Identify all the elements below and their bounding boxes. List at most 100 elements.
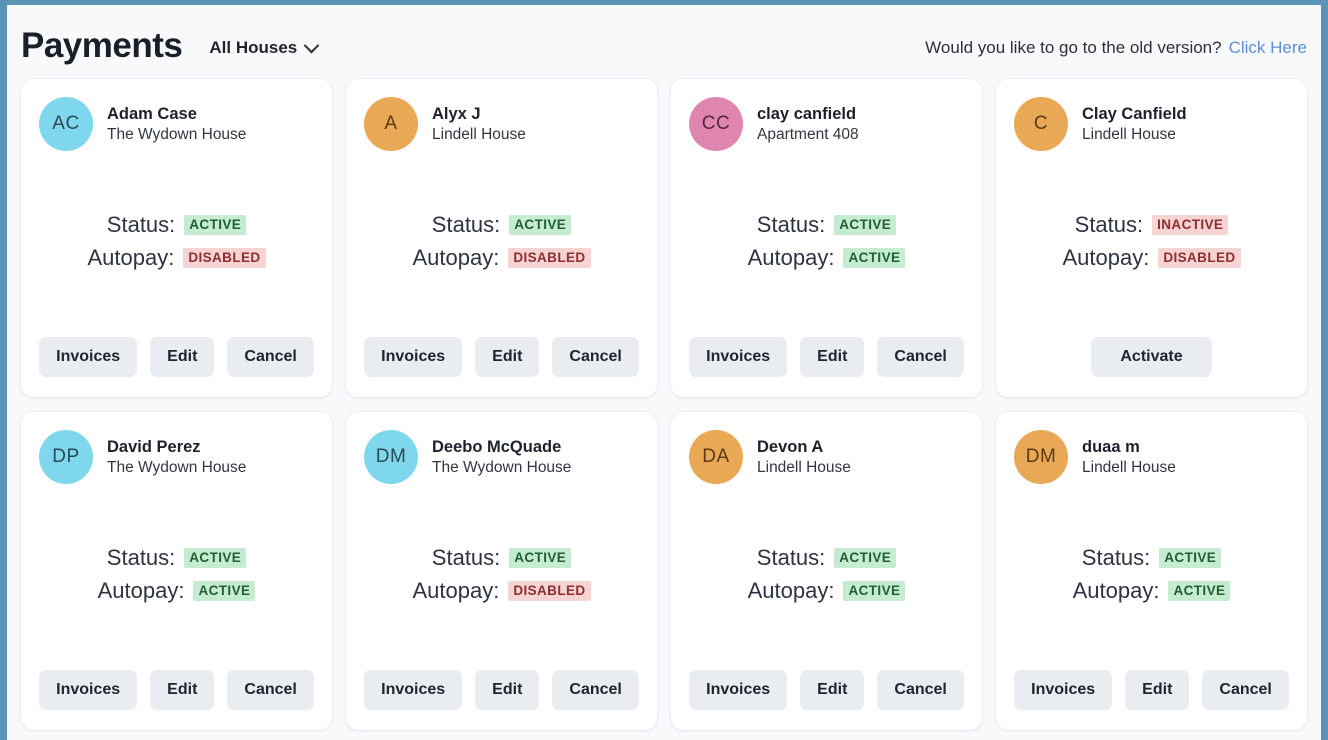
tenant-house: The Wydown House (432, 458, 572, 476)
status-label: Status: (1081, 544, 1151, 570)
status-row: Status: ACTIVE (106, 211, 247, 238)
tenant-identity: duaa m Lindell House (1082, 438, 1176, 477)
status-label: Status: (1074, 211, 1144, 237)
status-badge: ACTIVE (184, 214, 247, 235)
edit-button[interactable]: Edit (150, 670, 215, 710)
edit-button[interactable]: Edit (475, 337, 540, 377)
autopay-label: Autopay: (1072, 577, 1160, 603)
tenant-card-actions: Invoices Edit Cancel (364, 670, 639, 710)
click-here-link[interactable]: Click Here (1229, 38, 1307, 58)
status-row: Status: ACTIVE (431, 544, 572, 571)
autopay-label: Autopay: (747, 577, 835, 603)
autopay-row: Autopay: DISABLED (412, 578, 591, 604)
tenant-card-actions: Invoices Edit Cancel (1014, 670, 1289, 710)
tenant-card: DA Devon A Lindell House Status: ACTIVE Autop… (671, 412, 982, 730)
autopay-label: Autopay: (1062, 244, 1150, 270)
tenant-card-status-block: Status: ACTIVE Autopay: ACTIVE (39, 545, 314, 610)
invoices-button[interactable]: Invoices (1014, 670, 1113, 710)
old-version-prompt: Would you like to go to the old version? (925, 38, 1222, 57)
cancel-button[interactable]: Cancel (552, 337, 639, 377)
cancel-button[interactable]: Cancel (877, 337, 964, 377)
tenant-house: Lindell House (757, 458, 851, 476)
autopay-badge: ACTIVE (1168, 580, 1231, 601)
tenant-name: duaa m (1082, 437, 1140, 456)
autopay-label: Autopay: (87, 244, 175, 270)
tenant-identity: Clay Canfield Lindell House (1082, 105, 1187, 144)
cancel-button[interactable]: Cancel (1202, 670, 1289, 710)
status-label: Status: (431, 544, 501, 570)
tenant-identity: Adam Case The Wydown House (107, 105, 246, 144)
cancel-button[interactable]: Cancel (227, 670, 314, 710)
status-label: Status: (106, 211, 176, 237)
tenant-card-actions: Invoices Edit Cancel (364, 337, 639, 377)
status-badge: INACTIVE (1152, 214, 1229, 235)
tenant-card-header: CC clay canfield Apartment 408 (689, 97, 964, 151)
tenant-card-actions: Invoices Edit Cancel (689, 670, 964, 710)
tenant-identity: clay canfield Apartment 408 (757, 105, 859, 144)
tenant-name: Alyx J (432, 104, 481, 123)
cancel-button[interactable]: Cancel (552, 670, 639, 710)
tenant-card-status-block: Status: ACTIVE Autopay: DISABLED (364, 212, 639, 277)
tenant-name: Devon A (757, 437, 824, 456)
edit-button[interactable]: Edit (1125, 670, 1190, 710)
status-badge: ACTIVE (834, 547, 897, 568)
status-badge: ACTIVE (509, 214, 572, 235)
status-label: Status: (431, 211, 501, 237)
avatar: DP (39, 430, 93, 484)
tenant-card-actions: Invoices Edit Cancel (39, 670, 314, 710)
edit-button[interactable]: Edit (800, 670, 865, 710)
autopay-badge: DISABLED (1158, 247, 1241, 268)
autopay-badge: ACTIVE (843, 247, 906, 268)
tenant-house: The Wydown House (107, 125, 247, 143)
tenant-card: C Clay Canfield Lindell House Status: INACTI… (996, 79, 1307, 397)
invoices-button[interactable]: Invoices (39, 337, 138, 377)
tenant-card-status-block: Status: ACTIVE Autopay: ACTIVE (689, 212, 964, 277)
autopay-row: Autopay: ACTIVE (98, 578, 256, 604)
chevron-down-icon (303, 37, 320, 53)
status-row: Status: ACTIVE (1081, 544, 1222, 571)
edit-button[interactable]: Edit (800, 337, 865, 377)
tenant-card: DM Deebo McQuade The Wydown House Status: AC… (346, 412, 657, 730)
tenant-card-actions: Activate (1014, 337, 1289, 377)
edit-button[interactable]: Edit (150, 337, 215, 377)
tenant-card: DP David Perez The Wydown House Status: ACTI… (21, 412, 332, 730)
invoices-button[interactable]: Invoices (364, 337, 463, 377)
status-row: Status: ACTIVE (756, 211, 897, 238)
status-badge: ACTIVE (509, 547, 572, 568)
cancel-button[interactable]: Cancel (877, 670, 964, 710)
invoices-button[interactable]: Invoices (39, 670, 138, 710)
tenant-name: clay canfield (757, 104, 857, 123)
tenant-name: David Perez (107, 437, 201, 456)
tenant-card: AC Adam Case The Wydown House Status: ACTIVE… (21, 79, 332, 397)
tenant-card: CC clay canfield Apartment 408 Status: ACTIV… (671, 79, 982, 397)
cancel-button[interactable]: Cancel (227, 337, 314, 377)
edit-button[interactable]: Edit (475, 670, 540, 710)
invoices-button[interactable]: Invoices (689, 337, 788, 377)
autopay-badge: DISABLED (508, 247, 591, 268)
avatar: CC (689, 97, 743, 151)
autopay-label: Autopay: (97, 577, 185, 603)
tenant-card-header: DP David Perez The Wydown House (39, 430, 314, 484)
house-filter-dropdown[interactable]: All Houses (209, 37, 320, 58)
tenant-card: A Alyx J Lindell House Status: ACTIVE Autopay… (346, 79, 657, 397)
status-row: Status: ACTIVE (431, 211, 572, 238)
status-row: Status: ACTIVE (757, 545, 897, 571)
tenant-card-status-block: Status: ACTIVE Autopay: DISABLED (39, 212, 314, 277)
invoices-button[interactable]: Invoices (364, 670, 463, 710)
activate-button[interactable]: Activate (1091, 337, 1212, 377)
status-badge: ACTIVE (1159, 547, 1222, 568)
status-label: Status: (106, 544, 176, 570)
tenant-identity: Devon A Lindell House (757, 438, 851, 477)
tenant-name: Clay Canfield (1082, 104, 1187, 123)
invoices-button[interactable]: Invoices (689, 670, 788, 710)
autopay-badge: DISABLED (183, 247, 266, 268)
tenant-card-status-block: Status: ACTIVE Autopay: ACTIVE (1014, 545, 1289, 610)
tenant-card-header: DM Deebo McQuade The Wydown House (364, 430, 639, 484)
tenant-house: Apartment 408 (757, 125, 859, 143)
status-label: Status: (756, 211, 826, 237)
autopay-label: Autopay: (412, 244, 500, 270)
status-row: Status: INACTIVE (1075, 212, 1229, 238)
tenant-card-header: A Alyx J Lindell House (364, 97, 639, 151)
autopay-row: Autopay: ACTIVE (748, 578, 906, 604)
tenant-house: Lindell House (1082, 125, 1176, 143)
